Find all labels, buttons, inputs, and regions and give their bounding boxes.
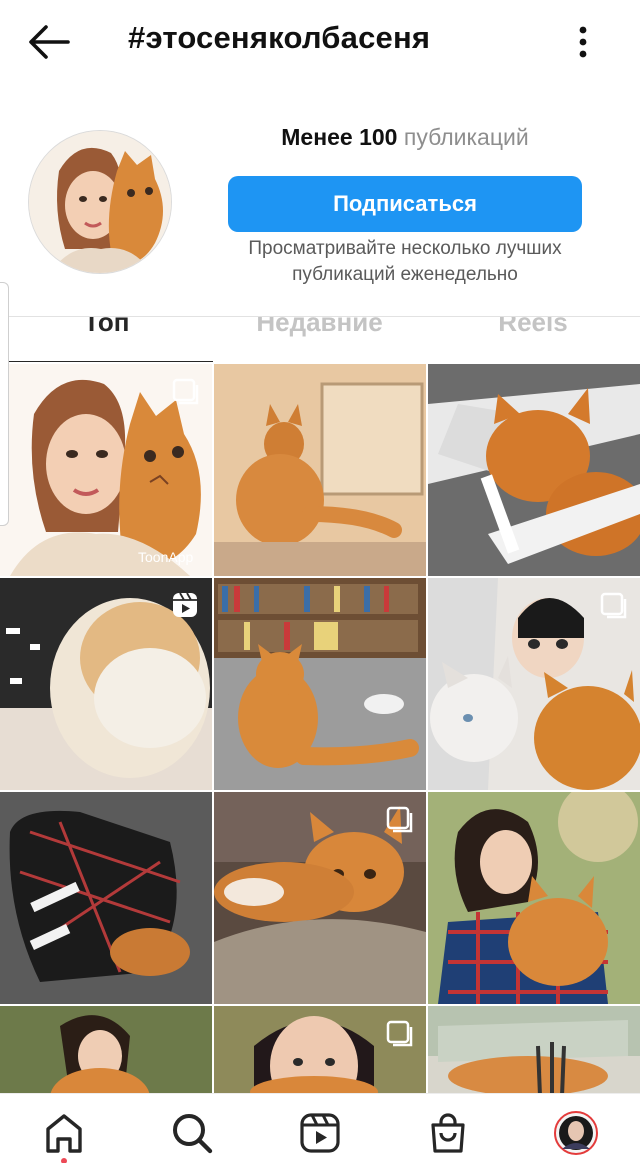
post-image (428, 792, 640, 1004)
post-tile[interactable] (214, 1006, 426, 1094)
count-value: Менее 100 (281, 124, 398, 150)
nav-shop[interactable] (425, 1110, 471, 1156)
edge-panel-handle[interactable] (0, 282, 9, 526)
post-image (428, 1006, 640, 1094)
carousel-icon (172, 378, 199, 405)
tab-top[interactable]: Топ (0, 317, 213, 362)
post-tile[interactable] (214, 364, 426, 576)
follow-description: Просматривайте несколько лучших публикац… (248, 238, 562, 285)
carousel-icon (386, 806, 413, 833)
tab-reels[interactable]: Reels (426, 317, 640, 362)
post-image (428, 364, 640, 576)
tab-reels-label: Reels (498, 316, 568, 337)
post-tile[interactable] (214, 792, 426, 1004)
tab-bar: Топ Недавние Reels (0, 316, 640, 362)
post-tile[interactable] (0, 792, 212, 1004)
toonapp-watermark: ToonApp (138, 549, 193, 565)
home-icon (46, 1114, 82, 1153)
profile-avatar-icon (554, 1111, 598, 1155)
avatar-image (29, 131, 171, 273)
post-tile[interactable] (428, 1006, 640, 1094)
top-bar: #этосеняколбасеня (0, 0, 640, 82)
reels-icon (300, 1113, 340, 1153)
carousel-icon (386, 1020, 413, 1047)
shop-icon (431, 1113, 465, 1153)
post-image (0, 792, 212, 1004)
arrow-left-icon[interactable] (26, 22, 72, 62)
nav-search[interactable] (169, 1110, 215, 1156)
post-tile[interactable] (428, 364, 640, 576)
bottom-navigation (0, 1093, 640, 1163)
tab-recent[interactable]: Недавние (213, 317, 426, 362)
count-label: публикаций (403, 124, 529, 150)
post-image (214, 578, 426, 790)
nav-profile[interactable] (553, 1110, 599, 1156)
hashtag-avatar[interactable] (28, 130, 172, 274)
tab-top-label: Топ (83, 316, 130, 337)
publication-count: Менее 100 публикаций (228, 124, 582, 151)
follow-button[interactable]: Подписаться (228, 176, 582, 232)
page-title: #этосеняколбасеня (128, 20, 431, 55)
tab-recent-label: Недавние (256, 316, 383, 337)
carousel-icon (600, 592, 627, 619)
post-tile[interactable]: ToonApp (0, 364, 212, 576)
post-tile[interactable] (428, 578, 640, 790)
post-image (0, 1006, 212, 1094)
nav-reels[interactable] (297, 1110, 343, 1156)
posts-grid: ToonApp (0, 364, 640, 1094)
post-tile[interactable] (428, 792, 640, 1004)
more-vertical-icon[interactable] (566, 22, 600, 62)
reels-badge-icon (173, 592, 197, 617)
home-active-indicator (61, 1158, 67, 1163)
search-icon (173, 1114, 213, 1154)
post-image (214, 364, 426, 576)
post-tile[interactable] (0, 1006, 212, 1094)
post-tile[interactable] (214, 578, 426, 790)
post-tile[interactable] (0, 578, 212, 790)
nav-home[interactable] (41, 1110, 87, 1156)
